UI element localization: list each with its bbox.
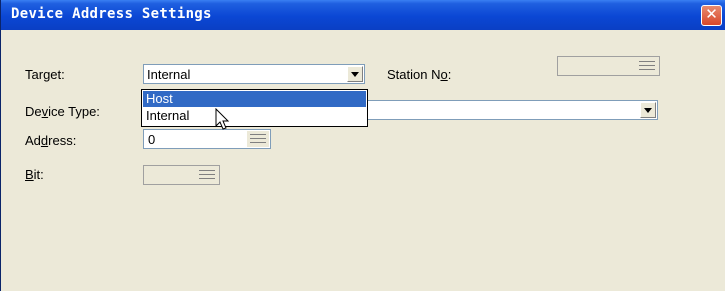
- address-label: Address:: [25, 133, 77, 148]
- spin-buttons[interactable]: [196, 167, 218, 183]
- title-bar[interactable]: Device Address Settings ✕: [1, 0, 725, 30]
- station-no-label: Station No:: [387, 67, 452, 82]
- target-label: Target:: [25, 67, 65, 82]
- address-value: 0: [148, 132, 156, 147]
- station-no-spinner[interactable]: [557, 56, 660, 76]
- close-button[interactable]: ✕: [701, 5, 722, 26]
- mouse-cursor-icon: [215, 108, 230, 130]
- chevron-down-icon[interactable]: [347, 66, 363, 82]
- address-spinner[interactable]: 0: [143, 129, 271, 149]
- close-icon: ✕: [705, 6, 718, 23]
- bit-spinner[interactable]: [143, 165, 220, 185]
- dropdown-option-internal[interactable]: Internal: [143, 108, 366, 124]
- target-dropdown[interactable]: Internal: [143, 64, 365, 84]
- spin-buttons[interactable]: [247, 131, 269, 147]
- target-dropdown-list: Host Internal: [141, 89, 368, 127]
- device-address-dialog: Device Address Settings ✕ Target: Intern…: [0, 0, 725, 291]
- bit-label: Bit:: [25, 167, 44, 182]
- spin-buttons[interactable]: [636, 58, 658, 74]
- dropdown-option-host[interactable]: Host: [143, 91, 366, 107]
- dialog-title: Device Address Settings: [11, 6, 212, 22]
- chevron-down-icon[interactable]: [640, 102, 656, 118]
- target-selected-value: Internal: [147, 67, 191, 82]
- device-type-label: Device Type:: [25, 104, 100, 119]
